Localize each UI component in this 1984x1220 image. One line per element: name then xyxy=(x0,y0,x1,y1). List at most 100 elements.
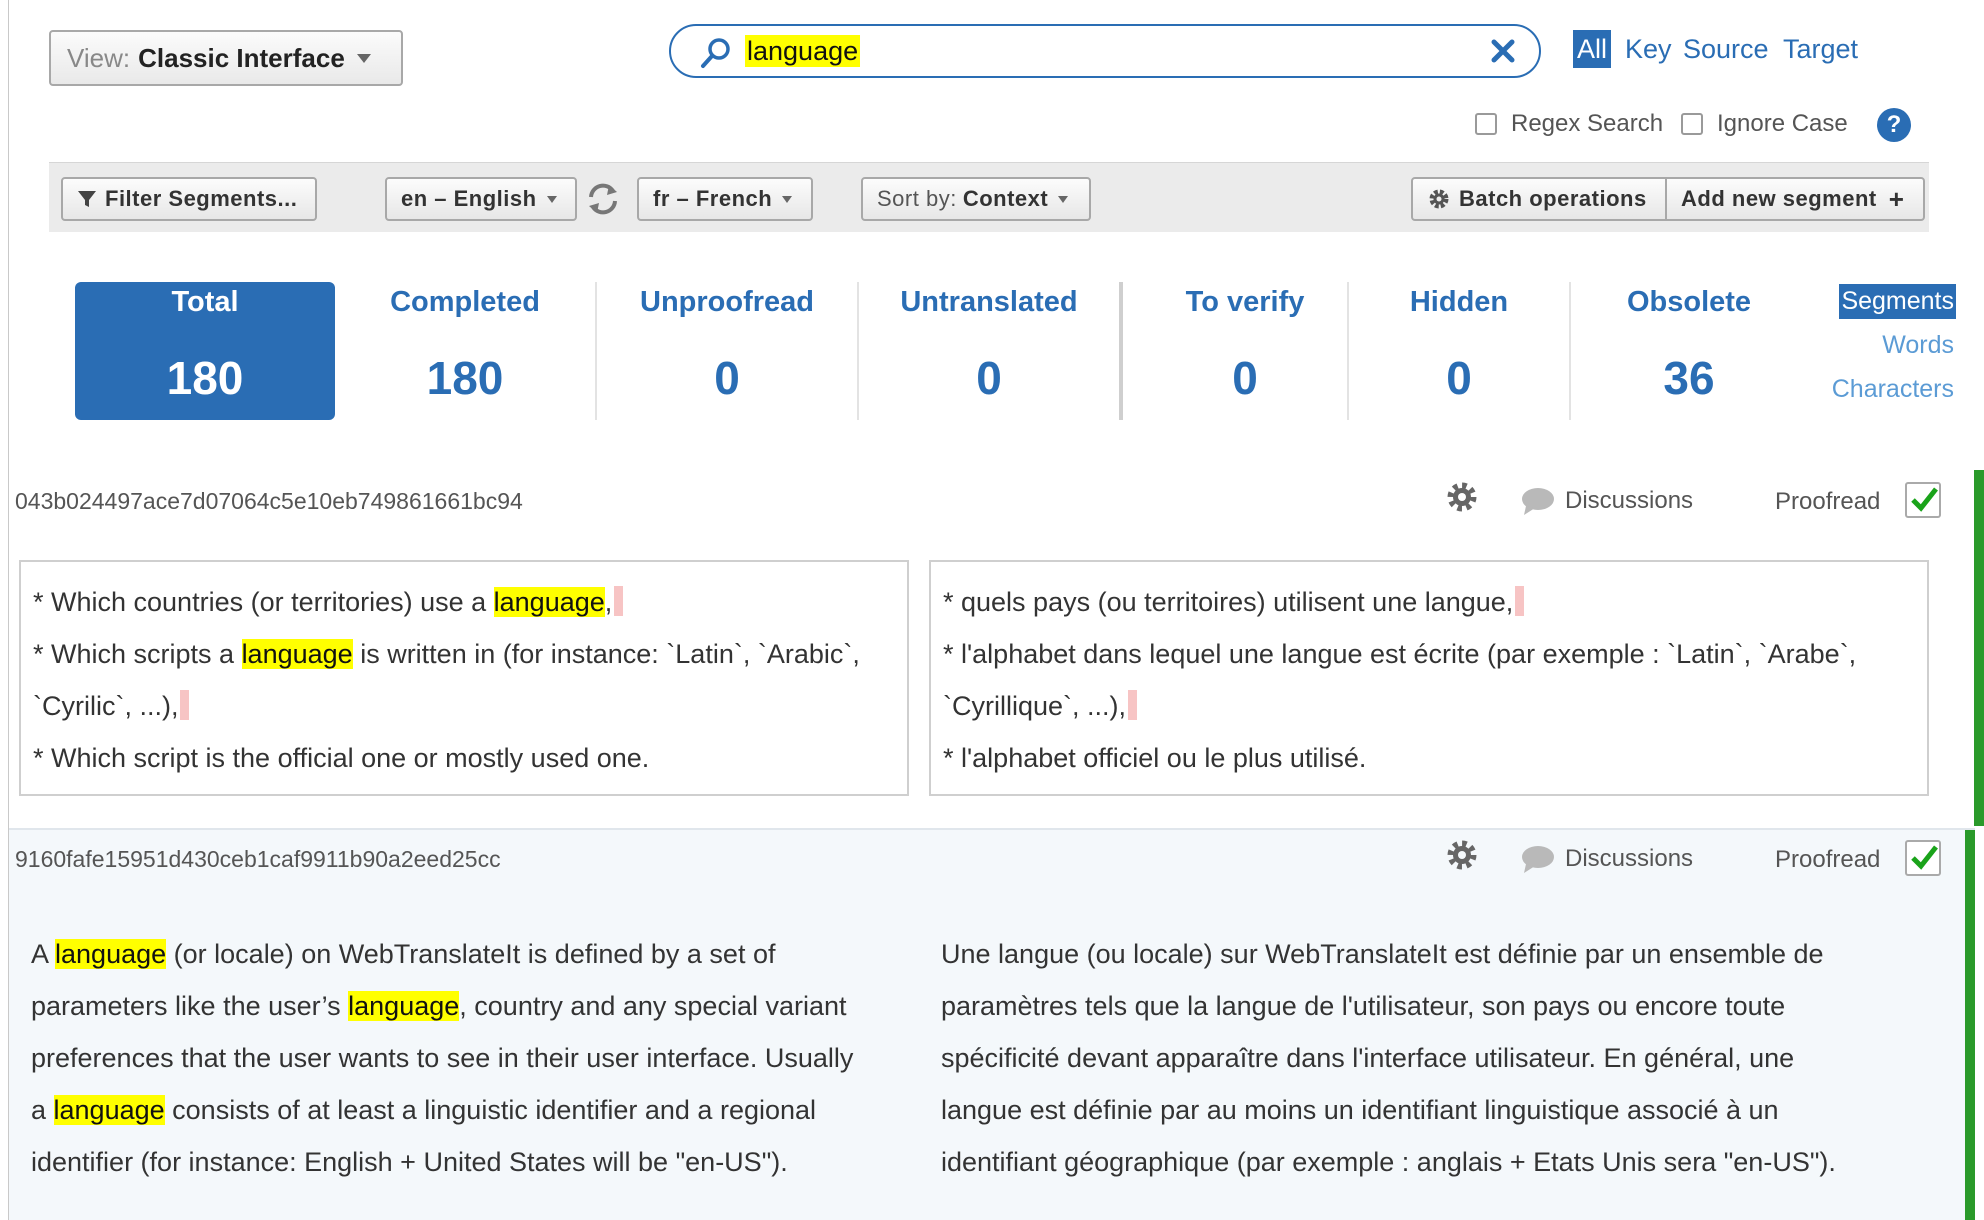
stat-to-verify[interactable]: To verify 0 xyxy=(1115,282,1375,420)
stat-unproofread[interactable]: Unproofread 0 xyxy=(597,282,857,420)
stat-completed[interactable]: Completed 180 xyxy=(335,282,595,420)
view-value: Classic Interface xyxy=(138,42,345,73)
speech-bubble-icon xyxy=(1522,846,1554,873)
stat-hidden-value: 0 xyxy=(1446,352,1472,404)
stat-unproofread-value: 0 xyxy=(714,352,740,404)
proofread-checkbox[interactable] xyxy=(1905,482,1941,518)
unit-segments[interactable]: Segments xyxy=(1839,284,1956,319)
target-line: `Cyrillique`, ...), xyxy=(943,680,1917,732)
target-line: * quels pays (ou territoires) utilisent … xyxy=(943,576,1917,628)
plus-icon: + xyxy=(1888,183,1905,214)
source-line: * Which scripts a language is written in… xyxy=(33,639,860,669)
discussions-label: Discussions xyxy=(1565,845,1694,872)
stat-total-label: Total xyxy=(171,286,239,318)
target-line: paramètres tels que la langue de l'utili… xyxy=(941,991,1786,1021)
target-line: spécificité devant apparaître dans l'int… xyxy=(941,1043,1795,1073)
search-input[interactable]: language xyxy=(669,24,1541,78)
chevron-down-icon xyxy=(782,195,793,203)
stat-obsolete-value: 36 xyxy=(1663,352,1715,404)
stat-obsolete[interactable]: Obsolete 36 xyxy=(1561,282,1817,420)
sort-prefix: Sort by: xyxy=(877,186,957,211)
line-break-marker xyxy=(1515,586,1525,616)
filter-segments-button[interactable]: Filter Segments... xyxy=(61,177,317,221)
source-line: * Which countries (or territories) use a… xyxy=(33,576,897,628)
sort-select[interactable]: Sort by: Context xyxy=(861,177,1091,221)
target-text-field[interactable]: * quels pays (ou territoires) utilisent … xyxy=(929,560,1929,796)
target-line: * l'alphabet officiel ou le plus utilisé… xyxy=(943,743,1367,773)
target-line: * l'alphabet dans lequel une langue est … xyxy=(943,639,1857,669)
translation-editor: View: Classic Interface language All Key… xyxy=(8,0,1984,1220)
search-match: language xyxy=(55,939,167,969)
gear-icon[interactable] xyxy=(1445,480,1479,514)
target-line: identifiant géographique (par exemple : … xyxy=(941,1147,1836,1177)
search-query[interactable]: language xyxy=(745,35,861,67)
scope-all[interactable]: All xyxy=(1573,30,1612,68)
sort-value: Context xyxy=(962,186,1049,211)
line-break-marker xyxy=(180,690,190,720)
target-text[interactable]: Une langue (ou locale) sur WebTranslateI… xyxy=(941,928,1941,1188)
batch-operations-label: Batch operations xyxy=(1459,186,1647,211)
scope-target[interactable]: Target xyxy=(1779,30,1862,68)
regex-search-label: Regex Search xyxy=(1511,110,1664,137)
scope-key[interactable]: Key xyxy=(1621,30,1676,68)
proofread-label: Proofread xyxy=(1775,846,1881,873)
checkmark-icon xyxy=(1911,845,1938,870)
scope-source[interactable]: Source xyxy=(1679,30,1773,68)
filter-icon xyxy=(78,191,96,207)
target-line: Une langue (ou locale) sur WebTranslateI… xyxy=(941,939,1824,969)
stat-total[interactable]: Total 180 xyxy=(75,282,335,420)
view-selector[interactable]: View: Classic Interface xyxy=(49,30,403,86)
search-match: language xyxy=(53,1095,165,1125)
close-icon[interactable] xyxy=(1485,33,1521,69)
proofread-status-bar xyxy=(1965,830,1975,1220)
batch-operations-button[interactable]: Batch operations xyxy=(1411,177,1667,221)
source-text[interactable]: A language (or locale) on WebTranslateIt… xyxy=(31,928,931,1188)
chevron-down-icon xyxy=(1058,195,1069,203)
search-match: language xyxy=(493,587,605,617)
line-break-marker xyxy=(1128,690,1138,720)
target-line: langue est définie par au moins un ident… xyxy=(941,1095,1779,1125)
source-language-select[interactable]: en – English xyxy=(385,177,577,221)
stat-obsolete-label: Obsolete xyxy=(1626,286,1752,318)
checkmark-icon xyxy=(1911,487,1938,512)
source-language-label: en – English xyxy=(401,186,537,211)
segment-key: 9160fafe15951d430ceb1caf9911b90a2eed25cc xyxy=(15,846,501,872)
source-line: a language consists of at least a lingui… xyxy=(31,1095,817,1125)
stat-total-value: 180 xyxy=(166,352,244,404)
source-line: * Which script is the official one or mo… xyxy=(33,743,650,773)
view-label: View: xyxy=(67,42,131,73)
ignore-case-label: Ignore Case xyxy=(1717,110,1848,137)
unit-characters[interactable]: Characters xyxy=(1830,372,1956,407)
add-new-segment-button[interactable]: Add new segment + xyxy=(1665,177,1925,221)
target-language-label: fr – French xyxy=(653,186,773,211)
source-text-field[interactable]: * Which countries (or territories) use a… xyxy=(19,560,909,796)
stat-untranslated-value: 0 xyxy=(976,352,1002,404)
proofread-checkbox[interactable] xyxy=(1905,840,1941,876)
source-line: parameters like the user’s language, cou… xyxy=(31,991,847,1021)
regex-search-option[interactable]: Regex Search xyxy=(1475,110,1663,138)
ignore-case-option[interactable]: Ignore Case xyxy=(1681,110,1848,138)
segment-toolbar: Filter Segments... en – English fr – Fre… xyxy=(49,162,1929,232)
gear-icon xyxy=(1429,189,1449,209)
stat-hidden[interactable]: Hidden 0 xyxy=(1337,282,1581,420)
speech-bubble-icon xyxy=(1522,488,1554,515)
stat-untranslated[interactable]: Untranslated 0 xyxy=(859,282,1119,420)
swap-languages-icon[interactable] xyxy=(585,181,621,217)
discussions-link[interactable]: Discussions xyxy=(1521,844,1693,874)
gear-icon[interactable] xyxy=(1445,838,1479,872)
regex-search-checkbox[interactable] xyxy=(1475,113,1497,135)
source-line: `Cyrilic`, ...), xyxy=(33,680,897,732)
line-break-marker xyxy=(614,586,624,616)
search-icon xyxy=(701,38,730,68)
add-new-segment-label: Add new segment xyxy=(1681,186,1877,211)
search-match: language xyxy=(348,991,460,1021)
segment-row: 9160fafe15951d430ceb1caf9911b90a2eed25cc… xyxy=(9,828,1975,1220)
stat-to-verify-label: To verify xyxy=(1185,286,1305,318)
help-icon[interactable]: ? xyxy=(1877,108,1911,142)
stat-untranslated-label: Untranslated xyxy=(900,286,1078,318)
ignore-case-checkbox[interactable] xyxy=(1681,113,1703,135)
discussions-link[interactable]: Discussions xyxy=(1521,486,1693,516)
unit-words[interactable]: Words xyxy=(1880,328,1956,363)
target-language-select[interactable]: fr – French xyxy=(637,177,813,221)
stat-unproofread-label: Unproofread xyxy=(640,286,814,318)
